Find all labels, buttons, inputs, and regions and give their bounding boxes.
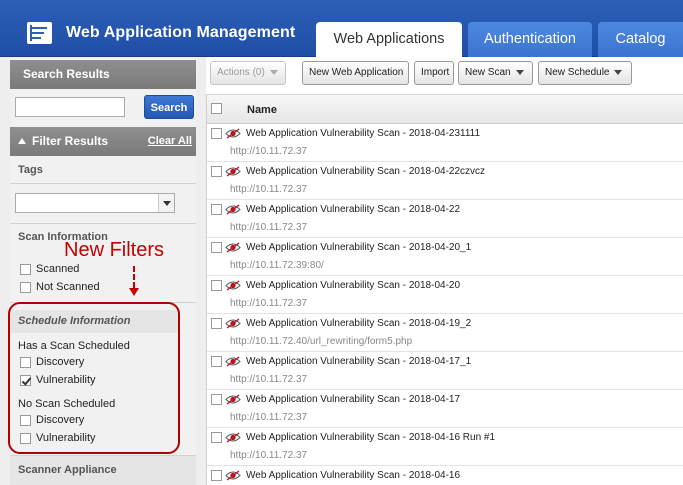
chevron-down-icon[interactable] xyxy=(158,194,174,212)
tags-label: Tags xyxy=(18,164,43,176)
app-logo-icon xyxy=(27,22,52,44)
eye-icon xyxy=(225,432,241,443)
divider xyxy=(10,223,196,224)
row-name[interactable]: Web Application Vulnerability Scan - 201… xyxy=(246,356,471,367)
row-name[interactable]: Web Application Vulnerability Scan - 201… xyxy=(246,394,460,405)
table-row[interactable]: Web Application Vulnerability Scan - 201… xyxy=(207,314,683,352)
new-scan-label: New Scan xyxy=(465,67,511,78)
new-scan-dropdown[interactable]: New Scan xyxy=(458,61,533,85)
search-results-header: Search Results xyxy=(10,60,196,89)
row-url: http://10.11.72.37 xyxy=(230,412,308,423)
table-row[interactable]: Web Application Vulnerability Scan - 201… xyxy=(207,352,683,390)
new-filters-callout: New Filters xyxy=(64,239,165,261)
row-checkbox[interactable] xyxy=(211,166,222,177)
grid-header: Name xyxy=(207,94,683,124)
not-scanned-label: Not Scanned xyxy=(36,281,100,294)
row-url: http://10.11.72.37 xyxy=(230,374,308,385)
row-name[interactable]: Web Application Vulnerability Scan - 201… xyxy=(246,242,471,253)
tab-catalog[interactable]: Catalog xyxy=(598,22,683,57)
tags-select[interactable] xyxy=(15,193,175,213)
new-schedule-dropdown[interactable]: New Schedule xyxy=(538,61,632,85)
import-button[interactable]: Import xyxy=(414,61,454,85)
row-name[interactable]: Web Application Vulnerability Scan - 201… xyxy=(246,166,485,177)
new-schedule-label: New Schedule xyxy=(545,67,610,78)
scanner-appliance-header: Scanner Appliance xyxy=(10,455,196,485)
eye-icon xyxy=(225,242,241,253)
eye-icon xyxy=(225,280,241,291)
row-url: http://10.11.72.40/url_rewriting/form5.p… xyxy=(230,336,413,347)
table-row[interactable]: Web Application Vulnerability Scan - 201… xyxy=(207,238,683,276)
table-row[interactable]: Web Application Vulnerability Scan - 201… xyxy=(207,200,683,238)
filter-results-title: Filter Results xyxy=(32,134,109,148)
tab-authentication[interactable]: Authentication xyxy=(468,22,592,57)
row-url: http://10.11.72.37 xyxy=(230,298,308,309)
toolbar: Actions (0) New Web Application Import N… xyxy=(206,57,683,94)
new-web-application-button[interactable]: New Web Application xyxy=(302,61,409,85)
eye-icon xyxy=(225,318,241,329)
row-url: http://10.11.72.39:80/ xyxy=(230,260,324,271)
eye-icon xyxy=(225,356,241,367)
search-input[interactable] xyxy=(15,97,125,117)
column-header-name[interactable]: Name xyxy=(247,104,277,116)
row-checkbox[interactable] xyxy=(211,394,222,405)
filter-not-scanned[interactable]: Not Scanned xyxy=(20,281,100,295)
app-header: Web Application Management Web Applicati… xyxy=(0,0,683,58)
table-row[interactable]: Web Application Vulnerability Scan - 201… xyxy=(207,162,683,200)
not-scanned-checkbox[interactable] xyxy=(20,281,31,293)
row-name[interactable]: Web Application Vulnerability Scan - 201… xyxy=(246,432,495,443)
chevron-down-icon xyxy=(614,69,623,75)
actions-label: Actions (0) xyxy=(217,67,265,78)
table-row[interactable]: Web Application Vulnerability Scan - 201… xyxy=(207,428,683,466)
row-name[interactable]: Web Application Vulnerability Scan - 201… xyxy=(246,204,460,215)
table-row[interactable]: Web Application Vulnerability Scan - 201… xyxy=(207,466,683,485)
clear-all-link[interactable]: Clear All xyxy=(148,127,192,156)
scanned-label: Scanned xyxy=(36,263,80,276)
table-row[interactable]: Web Application Vulnerability Scan - 201… xyxy=(207,390,683,428)
actions-dropdown[interactable]: Actions (0) xyxy=(210,61,286,85)
row-url: http://10.11.72.37 xyxy=(230,450,308,461)
divider xyxy=(10,183,196,184)
chevron-down-icon xyxy=(269,69,278,75)
row-checkbox[interactable] xyxy=(211,204,222,215)
table-row[interactable]: Web Application Vulnerability Scan - 201… xyxy=(207,276,683,314)
row-checkbox[interactable] xyxy=(211,356,222,367)
web-applications-grid: Name Web Application Vulnerability Scan … xyxy=(206,94,683,485)
app-title: Web Application Management xyxy=(66,24,296,41)
table-row[interactable]: Web Application Vulnerability Scan - 201… xyxy=(207,124,683,162)
chevron-down-icon xyxy=(515,69,524,75)
scanned-checkbox[interactable] xyxy=(20,263,31,275)
row-url: http://10.11.72.37 xyxy=(230,146,308,157)
eye-icon xyxy=(225,166,241,177)
tab-web-applications[interactable]: Web Applications xyxy=(316,22,462,58)
row-checkbox[interactable] xyxy=(211,432,222,443)
search-button[interactable]: Search xyxy=(144,95,194,119)
collapse-triangle-icon xyxy=(18,138,26,144)
eye-icon xyxy=(225,470,241,481)
filter-scanned[interactable]: Scanned xyxy=(20,263,79,277)
row-url: http://10.11.72.37 xyxy=(230,184,308,195)
callout-arrow-line xyxy=(133,266,135,288)
row-name[interactable]: Web Application Vulnerability Scan - 201… xyxy=(246,470,460,481)
row-name[interactable]: Web Application Vulnerability Scan - 201… xyxy=(246,318,471,329)
eye-icon xyxy=(225,394,241,405)
select-all-checkbox[interactable] xyxy=(211,103,222,114)
row-name[interactable]: Web Application Vulnerability Scan - 201… xyxy=(246,128,480,139)
eye-icon xyxy=(225,204,241,215)
filter-results-header[interactable]: Filter Results Clear All xyxy=(10,127,196,156)
row-checkbox[interactable] xyxy=(211,280,222,291)
row-checkbox[interactable] xyxy=(211,470,222,481)
new-filters-highlight xyxy=(8,302,180,454)
row-checkbox[interactable] xyxy=(211,242,222,253)
row-url: http://10.11.72.37 xyxy=(230,222,308,233)
callout-arrow-head-icon xyxy=(129,288,139,296)
row-checkbox[interactable] xyxy=(211,128,222,139)
row-name[interactable]: Web Application Vulnerability Scan - 201… xyxy=(246,280,460,291)
row-checkbox[interactable] xyxy=(211,318,222,329)
eye-icon xyxy=(225,128,241,139)
